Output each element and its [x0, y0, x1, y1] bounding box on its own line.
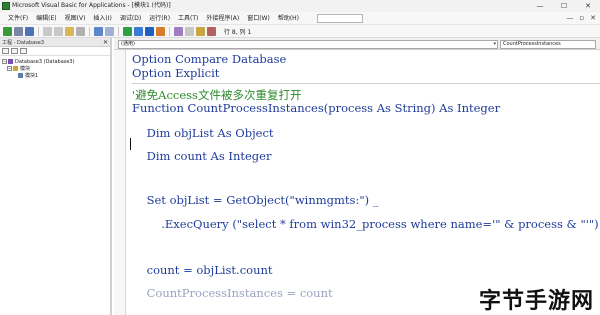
menu-view[interactable]: 视图(V) — [61, 12, 90, 25]
menu-bar: 文件(F) 编辑(E) 视图(V) 插入(I) 调试(D) 运行(R) 工具(T… — [0, 12, 600, 25]
cursor-position: 行 8, 列 1 — [224, 28, 252, 36]
toolbox-icon[interactable] — [207, 26, 216, 36]
code-line: Dim count As Integer — [132, 149, 272, 163]
find-icon[interactable] — [76, 26, 85, 36]
menu-window[interactable]: 窗口(W) — [243, 12, 274, 25]
chevron-down-icon: ▾ — [493, 41, 496, 47]
folder-icon — [13, 66, 18, 71]
insert-module-icon[interactable] — [14, 26, 23, 36]
tree-item-module1[interactable]: 模块1 — [2, 72, 110, 79]
code-line: CountProcessInstances = count — [132, 286, 333, 300]
code-line: Dim objList As Object — [132, 126, 274, 140]
site-watermark: 字节手游网 — [478, 289, 594, 314]
code-line: Set objList = GetObject("winmgmts:") _ — [132, 193, 379, 207]
menu-tools[interactable]: 工具(T) — [174, 12, 202, 25]
project-pane-toolbar — [0, 47, 110, 56]
mdi-minimize-icon[interactable]: — — [566, 12, 573, 25]
project-tree: − Database3 (Database3) − 模块 模块1 — [0, 56, 110, 79]
tree-item-label: 模块1 — [25, 73, 39, 79]
procedure-dropdown-value: CountProcessInstances — [503, 41, 561, 47]
tree-item-database[interactable]: − Database3 (Database3) — [2, 58, 110, 65]
code-margin[interactable] — [114, 50, 126, 315]
code-window: (通用) ▾ CountProcessInstances Option Comp… — [114, 38, 600, 315]
properties-icon[interactable] — [185, 26, 194, 36]
toolbar-separator — [89, 26, 90, 36]
mdi-close-icon[interactable]: ✕ — [590, 12, 596, 25]
code-line: Option Explicit — [132, 66, 220, 80]
save-icon[interactable] — [25, 26, 34, 36]
close-icon[interactable]: ✕ — [576, 0, 600, 12]
menu-help[interactable]: 帮助(H) — [274, 12, 303, 25]
copy-icon[interactable] — [54, 26, 63, 36]
minimize-icon[interactable]: — — [528, 0, 552, 12]
view-code-icon[interactable] — [2, 48, 9, 54]
procedure-separator — [132, 83, 600, 84]
run-icon[interactable] — [123, 26, 132, 36]
code-line: count = objList.count — [132, 263, 273, 277]
code-line: .ExecQuery ("select * from win32_process… — [132, 217, 599, 231]
code-editor[interactable]: Option Compare Database Option Explicit … — [130, 50, 600, 315]
title-bar: Microsoft Visual Basic for Applications … — [0, 0, 600, 12]
close-icon[interactable]: ✕ — [103, 38, 108, 47]
menu-addins[interactable]: 外接程序(A) — [202, 12, 243, 25]
code-line: Function CountProcessInstances(process A… — [132, 101, 501, 115]
code-window-header: (通用) ▾ CountProcessInstances — [114, 38, 600, 50]
mdi-restore-icon[interactable]: ▫ — [579, 12, 584, 25]
menu-file[interactable]: 文件(F) — [4, 12, 32, 25]
tree-item-label: 模块 — [20, 66, 31, 72]
menu-debug[interactable]: 调试(D) — [116, 12, 145, 25]
project-pane-title: 工程 - Database3 ✕ — [0, 38, 110, 47]
collapse-toggle-icon[interactable]: − — [2, 59, 7, 64]
toggle-folders-icon[interactable] — [20, 48, 27, 54]
window-title: Microsoft Visual Basic for Applications … — [12, 2, 171, 9]
project-explorer-icon[interactable] — [174, 26, 183, 36]
tree-item-modules-folder[interactable]: − 模块 — [2, 65, 110, 72]
toolbar-separator — [118, 26, 119, 36]
menu-insert[interactable]: 插入(I) — [89, 12, 115, 25]
standard-toolbar: 行 8, 列 1 — [0, 25, 600, 38]
reset-icon[interactable] — [145, 26, 154, 36]
tree-item-label: Database3 (Database3) — [15, 58, 75, 65]
view-access-icon[interactable] — [3, 26, 12, 36]
maximize-icon[interactable]: ☐ — [552, 0, 576, 12]
toolbar-separator — [169, 26, 170, 36]
procedure-dropdown[interactable]: CountProcessInstances — [500, 40, 596, 49]
menu-run[interactable]: 运行(R) — [145, 12, 174, 25]
window-controls: — ☐ ✕ — [528, 0, 600, 12]
redo-icon[interactable] — [105, 26, 114, 36]
view-object-icon[interactable] — [11, 48, 18, 54]
code-line: Option Compare Database — [132, 52, 287, 66]
object-dropdown-value: (通用) — [121, 41, 135, 47]
object-browser-icon[interactable] — [196, 26, 205, 36]
text-caret — [130, 138, 131, 150]
object-dropdown[interactable]: (通用) ▾ — [118, 40, 498, 49]
menu-edit[interactable]: 编辑(E) — [32, 12, 60, 25]
collapse-toggle-icon[interactable]: − — [7, 66, 12, 71]
database-icon — [8, 59, 13, 64]
module-icon — [18, 73, 23, 78]
project-explorer: 工程 - Database3 ✕ − Database3 (Database3)… — [0, 38, 112, 315]
help-search-input[interactable] — [317, 13, 364, 23]
mdi-controls: — ▫ ✕ — [566, 12, 596, 25]
toolbar-separator — [38, 26, 39, 36]
project-pane-label: 工程 - Database3 — [2, 39, 45, 46]
break-icon[interactable] — [134, 26, 143, 36]
cut-icon[interactable] — [43, 26, 52, 36]
undo-icon[interactable] — [94, 26, 103, 36]
design-mode-icon[interactable] — [156, 26, 165, 36]
paste-icon[interactable] — [65, 26, 74, 36]
